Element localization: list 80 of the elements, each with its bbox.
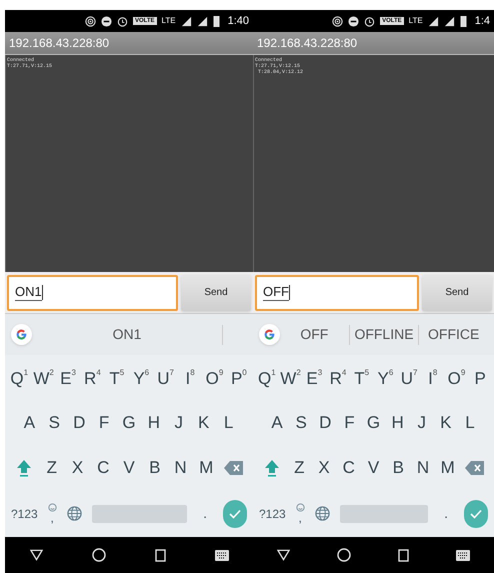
symbols-key[interactable]: ?123 bbox=[11, 504, 38, 522]
keyboard-icon[interactable] bbox=[456, 550, 470, 560]
google-logo bbox=[11, 324, 32, 345]
keyboard-key[interactable]: B bbox=[386, 454, 411, 480]
keyboard-key[interactable]: N bbox=[168, 454, 194, 480]
keyboard-key[interactable]: C bbox=[90, 454, 116, 480]
period-key[interactable]: . bbox=[197, 503, 213, 524]
do-not-disturb-icon bbox=[348, 16, 360, 26]
check-icon bbox=[229, 508, 241, 518]
signal-icon bbox=[196, 16, 208, 26]
keyboard-key[interactable]: F bbox=[337, 410, 362, 436]
keyboard-key[interactable]: N bbox=[410, 454, 436, 480]
keyboard-key[interactable]: L bbox=[458, 410, 482, 436]
battery-icon bbox=[212, 15, 220, 27]
keyboard-key[interactable]: X bbox=[312, 454, 336, 480]
emoji-comma-key[interactable]: , bbox=[296, 503, 305, 524]
send-button[interactable]: Send bbox=[181, 274, 251, 310]
signal-icon bbox=[444, 16, 455, 26]
globe-icon[interactable] bbox=[314, 506, 330, 521]
keyboard-key[interactable]: C bbox=[336, 454, 362, 480]
period-key[interactable]: . bbox=[438, 503, 454, 524]
keyboard-key[interactable]: G bbox=[361, 410, 386, 436]
keyboard-key[interactable]: B bbox=[142, 454, 168, 480]
keyboard-key[interactable]: H bbox=[141, 410, 166, 436]
address-title: 192.168.43.228:80 bbox=[9, 35, 110, 52]
keyboard-key[interactable]: S bbox=[289, 410, 314, 436]
recents-icon[interactable] bbox=[398, 548, 410, 562]
battery-icon bbox=[460, 15, 467, 27]
word-suggestion[interactable]: OFFICE bbox=[419, 324, 488, 345]
keyboard-key[interactable]: K bbox=[434, 410, 458, 436]
network-label: LTE bbox=[162, 17, 176, 25]
hotspot-icon bbox=[84, 16, 96, 26]
keyboard-key[interactable]: H bbox=[386, 410, 410, 436]
keyboard-key[interactable]: G bbox=[116, 410, 142, 436]
keyboard-key[interactable]: X bbox=[64, 454, 90, 480]
keyboard-key[interactable]: M bbox=[193, 454, 220, 480]
keyboard-key[interactable]: M bbox=[435, 454, 460, 480]
keyboard-key[interactable]: Z bbox=[287, 454, 312, 480]
address-title: 192.168.43.228:80 bbox=[257, 35, 358, 52]
hotspot-icon bbox=[332, 16, 344, 26]
signal-icon bbox=[180, 16, 192, 26]
keyboard-icon[interactable] bbox=[214, 550, 228, 560]
send-button[interactable]: Send bbox=[422, 274, 492, 310]
word-suggestion[interactable]: OFF bbox=[280, 324, 349, 345]
check-icon bbox=[470, 508, 482, 518]
keyboard-key[interactable]: J bbox=[410, 410, 434, 436]
keyboard-key[interactable]: J bbox=[166, 410, 192, 436]
alarm-icon bbox=[364, 16, 376, 26]
enter-key[interactable] bbox=[223, 500, 247, 528]
message-input[interactable]: OFF bbox=[255, 274, 419, 310]
word-suggestion[interactable]: OFFLINE bbox=[350, 324, 418, 345]
google-logo bbox=[259, 324, 280, 345]
keyboard-key[interactable]: F bbox=[92, 410, 117, 436]
recents-icon[interactable] bbox=[154, 548, 166, 562]
back-icon[interactable] bbox=[276, 549, 290, 561]
enter-key[interactable] bbox=[464, 500, 488, 528]
globe-icon[interactable] bbox=[66, 506, 82, 521]
keyboard-key[interactable]: S bbox=[42, 410, 67, 436]
emoji-comma-key[interactable]: , bbox=[48, 503, 57, 524]
symbols-key[interactable]: ?123 bbox=[259, 504, 286, 522]
network-label: LTE bbox=[408, 17, 423, 25]
keyboard-key[interactable]: P bbox=[474, 366, 486, 390]
keyboard-key[interactable]: Z bbox=[39, 454, 65, 480]
status-time: 1:40 bbox=[228, 16, 249, 26]
back-icon[interactable] bbox=[30, 549, 42, 561]
home-icon[interactable] bbox=[336, 548, 351, 562]
keyboard-key[interactable]: D bbox=[66, 410, 92, 436]
status-time: 1:4 bbox=[474, 16, 490, 26]
keyboard-key[interactable]: A bbox=[265, 410, 290, 436]
keyboard-key[interactable]: V bbox=[361, 454, 386, 480]
keyboard-key[interactable]: A bbox=[17, 410, 42, 436]
keyboard-key[interactable]: L bbox=[216, 410, 242, 436]
signal-icon bbox=[428, 16, 439, 26]
message-input[interactable]: ON1 bbox=[7, 274, 178, 310]
home-icon[interactable] bbox=[92, 548, 106, 562]
keyboard-key[interactable]: K bbox=[191, 410, 216, 436]
alarm-icon bbox=[116, 16, 128, 26]
keyboard-key[interactable]: V bbox=[116, 454, 142, 480]
keyboard-key[interactable]: D bbox=[313, 410, 338, 436]
do-not-disturb-icon bbox=[100, 16, 112, 26]
